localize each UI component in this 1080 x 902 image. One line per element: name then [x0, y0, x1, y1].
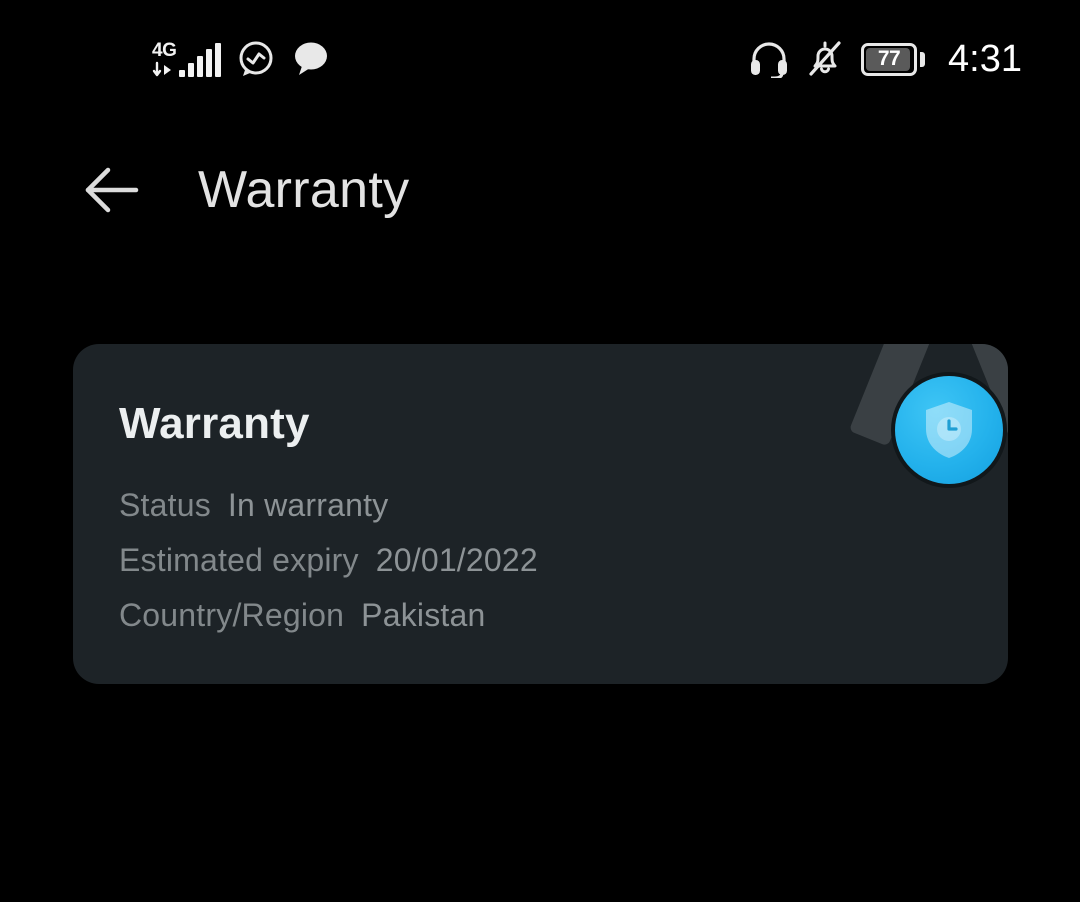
- battery-cap: [920, 51, 926, 67]
- detail-label: Country/Region: [119, 597, 345, 633]
- detail-row-status: Status In warranty: [119, 484, 538, 526]
- shield-clock-icon: [921, 399, 977, 461]
- headphones-icon: [749, 40, 789, 78]
- clock-label: 4:31: [948, 38, 1022, 80]
- page-title: Warranty: [198, 161, 410, 219]
- detail-value: 20/01/2022: [375, 542, 538, 578]
- status-bar-left: 4G: [152, 39, 331, 79]
- data-transfer-arrows-icon: [152, 61, 176, 79]
- network-type-label: 4G: [152, 40, 177, 61]
- app-bar: Warranty: [0, 130, 1080, 250]
- battery-body: 77: [861, 42, 918, 76]
- detail-value: In warranty: [227, 487, 389, 523]
- warranty-medal-icon: [848, 344, 1008, 518]
- signal-cluster: 4G: [152, 39, 222, 79]
- status-bar-right: 77 4:31: [749, 39, 1022, 79]
- phone-screen: 4G 77 4:31 Warranty Warranty Status In w…: [0, 0, 1080, 902]
- status-bar: 4G 77 4:31: [0, 0, 1080, 118]
- back-button[interactable]: [80, 159, 142, 221]
- warranty-details-list: Status In warranty Estimated expiry 20/0…: [119, 484, 538, 636]
- detail-value: Pakistan: [361, 597, 486, 633]
- medal-disc: [895, 376, 1003, 484]
- battery-level-label: 77: [877, 47, 901, 70]
- detail-label: Estimated expiry: [119, 542, 359, 578]
- battery-icon: 77: [861, 42, 926, 76]
- network-indicator: 4G: [152, 39, 177, 79]
- detail-row-estimated-expiry: Estimated expiry 20/01/2022: [119, 539, 538, 581]
- bell-muted-icon: [806, 39, 844, 79]
- detail-label: Status: [119, 487, 211, 523]
- warranty-card[interactable]: Warranty Status In warranty Estimated ex…: [73, 344, 1008, 684]
- speech-bubble-icon: [291, 41, 331, 77]
- messenger-icon: [237, 40, 275, 78]
- arrow-left-icon: [82, 164, 140, 216]
- detail-row-country-region: Country/Region Pakistan: [119, 594, 538, 636]
- card-title: Warranty: [119, 399, 310, 448]
- signal-bars-icon: [179, 43, 222, 79]
